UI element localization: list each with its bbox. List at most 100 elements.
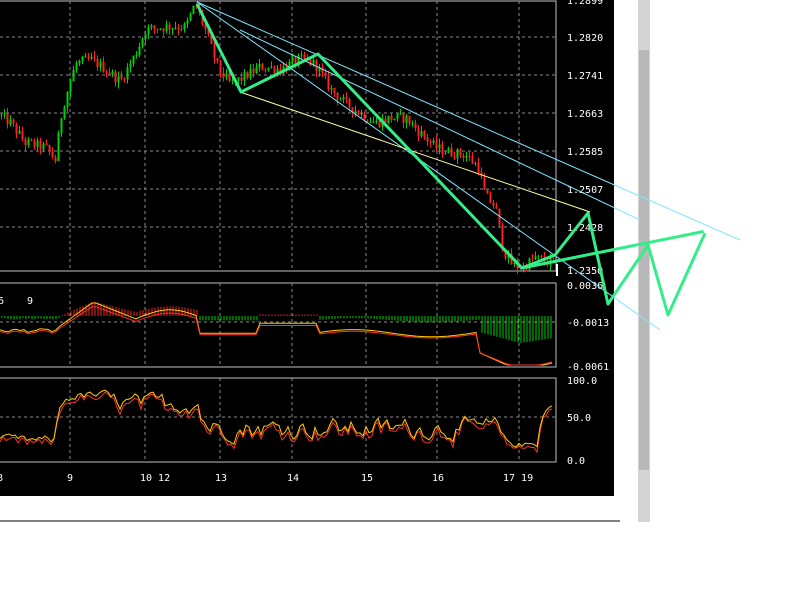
stoch-axis-label: 50.0 bbox=[567, 413, 591, 424]
candle-body bbox=[450, 148, 453, 157]
candle-body bbox=[6, 113, 9, 125]
candle-body bbox=[345, 96, 348, 99]
candle-body bbox=[396, 113, 399, 119]
candle-body bbox=[138, 46, 141, 56]
candle-body bbox=[0, 114, 3, 116]
candle-body bbox=[339, 99, 342, 101]
candle-body bbox=[24, 139, 27, 145]
candle-body bbox=[108, 72, 111, 75]
candle-body bbox=[441, 144, 444, 154]
candle-body bbox=[432, 140, 435, 143]
candle-body bbox=[420, 131, 423, 136]
candle-body bbox=[48, 144, 51, 152]
candle-body bbox=[156, 28, 159, 30]
candle-body bbox=[252, 68, 255, 74]
candle-body bbox=[27, 139, 30, 145]
candle-body bbox=[408, 116, 411, 125]
candle-body bbox=[3, 113, 6, 115]
candle-body bbox=[369, 122, 372, 124]
candle-body bbox=[129, 63, 132, 68]
candle-body bbox=[414, 123, 417, 129]
candle-body bbox=[270, 66, 273, 68]
candle-body bbox=[213, 43, 216, 59]
candle-body bbox=[429, 141, 432, 143]
candle-body bbox=[453, 156, 456, 159]
candle-body bbox=[336, 93, 339, 100]
candle-body bbox=[333, 87, 336, 94]
candle-body bbox=[90, 56, 93, 59]
candle-body bbox=[33, 140, 36, 147]
candle-body bbox=[189, 13, 192, 21]
candle-body bbox=[9, 119, 12, 125]
candle-body bbox=[405, 116, 408, 123]
scrollbar-thumb bbox=[639, 50, 649, 470]
candle-body bbox=[147, 27, 150, 35]
candle-body bbox=[417, 128, 420, 136]
candle-body bbox=[183, 23, 186, 30]
macd-param-fast: 6 bbox=[0, 296, 4, 307]
price-axis-label: 1.2663 bbox=[567, 109, 603, 120]
candle-body bbox=[390, 115, 393, 121]
zigzag-endpoint bbox=[703, 228, 709, 234]
candle-body bbox=[387, 115, 390, 123]
candle-body bbox=[411, 123, 414, 125]
candle-body bbox=[246, 72, 249, 79]
candle-body bbox=[153, 25, 156, 29]
candle-body bbox=[186, 20, 189, 24]
date-axis-label: 16 bbox=[432, 473, 444, 484]
date-axis-label: 9 bbox=[67, 473, 73, 484]
candle-body bbox=[60, 118, 63, 133]
candle-body bbox=[132, 56, 135, 64]
candle-body bbox=[72, 69, 75, 82]
candle-body bbox=[159, 28, 162, 30]
candle-body bbox=[84, 56, 87, 58]
candle-body bbox=[486, 189, 489, 194]
candle-body bbox=[258, 63, 261, 68]
candle-body bbox=[261, 63, 264, 70]
candle-body bbox=[63, 106, 66, 119]
candle-body bbox=[300, 54, 303, 56]
candle-body bbox=[267, 67, 270, 71]
candle-body bbox=[162, 28, 165, 32]
price-axis-label: 1.2585 bbox=[567, 147, 603, 158]
candle-body bbox=[21, 130, 24, 140]
candle-body bbox=[330, 87, 333, 90]
candle-body bbox=[228, 73, 231, 81]
candle-body bbox=[495, 205, 498, 209]
candle-body bbox=[144, 34, 147, 39]
candle-body bbox=[477, 163, 480, 173]
candle-body bbox=[471, 156, 474, 164]
candle-body bbox=[177, 27, 180, 30]
price-axis-label: 1.2820 bbox=[567, 33, 603, 44]
candle-body bbox=[375, 120, 378, 122]
candle-body bbox=[249, 68, 252, 79]
candle-body bbox=[42, 143, 45, 150]
candle-body bbox=[534, 256, 537, 260]
candle-body bbox=[237, 77, 240, 81]
candle-body bbox=[78, 61, 81, 64]
candle-body bbox=[426, 136, 429, 142]
candle-body bbox=[360, 112, 363, 115]
candle-body bbox=[120, 76, 123, 79]
macd-param-slow: 9 bbox=[27, 296, 33, 307]
candle-body bbox=[372, 121, 375, 123]
candle-body bbox=[399, 113, 402, 115]
forex-chart: 1.28991.28201.27411.26631.25851.25071.24… bbox=[0, 0, 741, 522]
candle-body bbox=[465, 156, 468, 158]
candle-body bbox=[87, 56, 90, 59]
candle-body bbox=[447, 148, 450, 154]
candle-body bbox=[51, 151, 54, 158]
candle-body bbox=[96, 58, 99, 68]
candle-body bbox=[357, 110, 360, 115]
candle-body bbox=[222, 72, 225, 78]
candle-body bbox=[168, 24, 171, 30]
candle-body bbox=[540, 255, 543, 257]
date-axis-label: 10 12 bbox=[140, 473, 170, 484]
candle-body bbox=[192, 5, 195, 14]
candle-body bbox=[324, 72, 327, 76]
macd-axis-label: 0.0036 bbox=[567, 281, 603, 292]
candle-body bbox=[30, 139, 33, 141]
candle-body bbox=[39, 140, 42, 150]
candle-body bbox=[483, 176, 486, 190]
date-axis-label: 14 bbox=[287, 473, 299, 484]
